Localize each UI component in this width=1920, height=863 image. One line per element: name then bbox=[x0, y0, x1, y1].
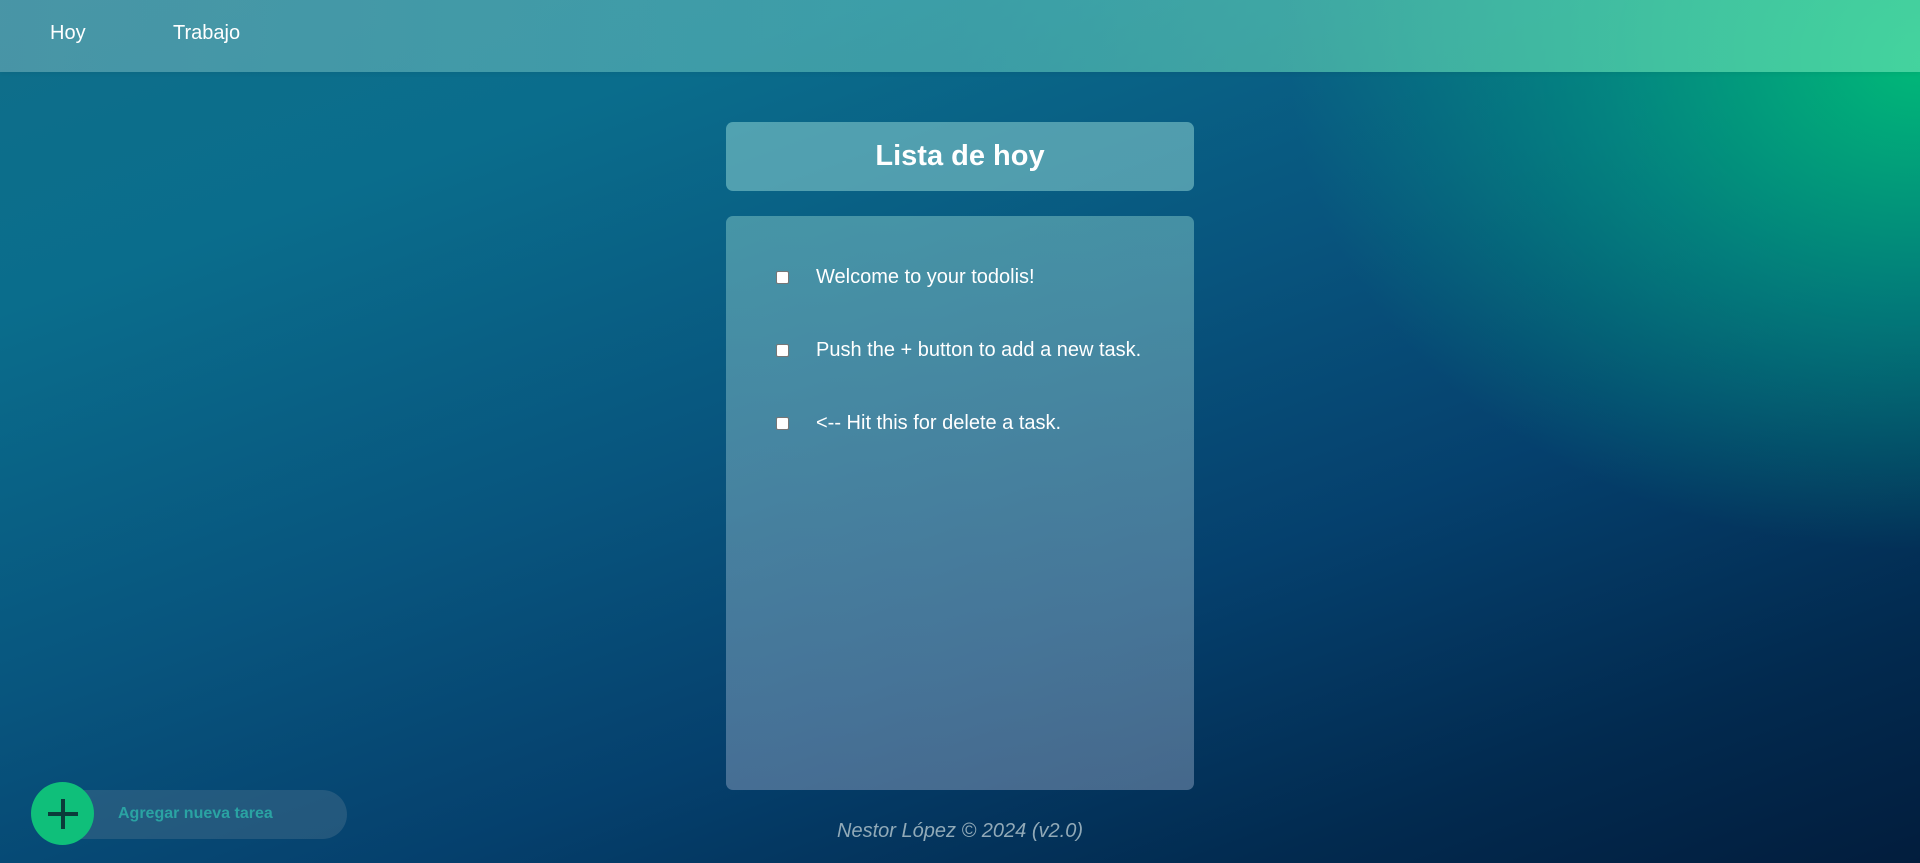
task-item: <-- Hit this for delete a task. bbox=[776, 411, 1061, 435]
task-label: <-- Hit this for delete a task. bbox=[816, 411, 1062, 434]
add-task-button[interactable] bbox=[31, 782, 94, 845]
task-checkbox[interactable] bbox=[776, 416, 789, 430]
top-nav: Hoy Trabajo bbox=[0, 0, 1920, 72]
plus-icon bbox=[60, 798, 65, 829]
task-checkbox[interactable] bbox=[776, 343, 789, 357]
task-label: Welcome to your todolis! bbox=[816, 265, 1035, 288]
task-list: Welcome to your todolis! Push the + butt… bbox=[726, 216, 1194, 790]
footer-credit: Nestor López © 2024 (v2.0) bbox=[837, 820, 1083, 842]
task-item: Push the + button to add a new task. bbox=[776, 338, 1141, 362]
task-label: Push the + button to add a new task. bbox=[816, 338, 1142, 361]
list-title: Lista de hoy bbox=[875, 140, 1045, 172]
task-item: Welcome to your todolis! bbox=[776, 265, 1035, 289]
task-checkbox[interactable] bbox=[776, 270, 789, 284]
nav-item-hoy[interactable]: Hoy bbox=[50, 22, 86, 45]
nav-item-trabajo[interactable]: Trabajo bbox=[173, 22, 240, 45]
new-task-placeholder: Agregar nueva tarea bbox=[118, 805, 273, 822]
list-title-card: Lista de hoy bbox=[726, 122, 1194, 191]
